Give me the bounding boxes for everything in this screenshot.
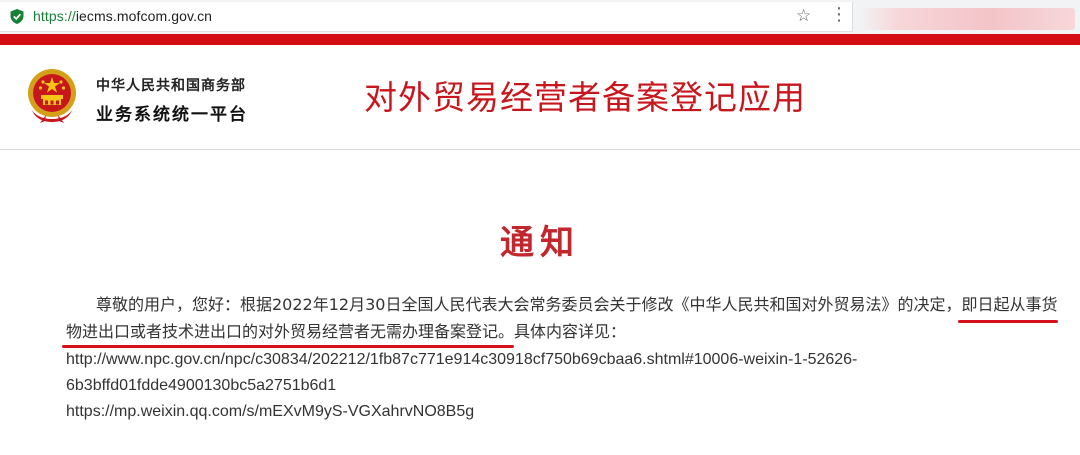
app-title: 对外贸易经营者备案登记应用 bbox=[364, 78, 806, 117]
weixin-link-line[interactable]: https://mp.weixin.qq.com/s/mEXvM9yS-VGXa… bbox=[66, 398, 1066, 425]
url-scheme: https:// bbox=[33, 8, 76, 24]
notice-text: 具体内容详见： bbox=[514, 322, 627, 341]
url-text[interactable]: https://iecms.mofcom.gov.cn bbox=[33, 8, 212, 24]
more-vert-icon[interactable]: ⋮ bbox=[830, 5, 848, 25]
browser-extension-area bbox=[860, 8, 1075, 30]
org-name: 中华人民共和国商务部 bbox=[96, 78, 246, 94]
browser-toolbar: https://iecms.mofcom.gov.cn ☆ ⋮ bbox=[0, 0, 1080, 34]
notice-paragraph-line2: 物进出口或者技术进出口的对外贸易经营者无需办理备案登记。具体内容详见： bbox=[66, 319, 1066, 345]
shield-check-icon[interactable] bbox=[10, 9, 24, 24]
notice-highlight-text: 即日起从事货 bbox=[961, 295, 1058, 314]
npc-link[interactable]: http://www.npc.gov.cn/npc/c30834/202212/… bbox=[66, 351, 857, 368]
site-header: 中华人民共和国商务部 业务系统统一平台 对外贸易经营者备案登记应用 bbox=[0, 45, 1080, 150]
weixin-link[interactable]: https://mp.weixin.qq.com/s/mEXvM9yS-VGXa… bbox=[66, 403, 474, 420]
npc-link-line2[interactable]: 6b3bffd01fdde4900130bc5a2751b6d1 bbox=[66, 372, 1066, 399]
npc-link-line1[interactable]: http://www.npc.gov.cn/npc/c30834/202212/… bbox=[66, 346, 1066, 373]
notice-highlight-text: 物进出口或者技术进出口的对外贸易经营者无需办理备案登记。 bbox=[66, 322, 515, 341]
npc-link-continued[interactable]: 6b3bffd01fdde4900130bc5a2751b6d1 bbox=[66, 377, 336, 394]
address-bar[interactable]: https://iecms.mofcom.gov.cn ☆ ⋮ bbox=[0, 2, 853, 32]
notice-title: 通知 bbox=[500, 223, 580, 263]
star-icon[interactable]: ☆ bbox=[796, 7, 811, 25]
platform-name: 业务系统统一平台 bbox=[96, 105, 248, 125]
national-emblem-icon bbox=[28, 69, 76, 123]
notice-text: 尊敬的用户，您好：根据2022年12月30日全国人民代表大会常务委员会关于修改《… bbox=[96, 295, 962, 314]
url-host: iecms.mofcom.gov.cn bbox=[75, 8, 213, 24]
notice-paragraph-line1: 尊敬的用户，您好：根据2022年12月30日全国人民代表大会常务委员会关于修改《… bbox=[66, 292, 1066, 318]
top-red-stripe bbox=[0, 34, 1080, 45]
